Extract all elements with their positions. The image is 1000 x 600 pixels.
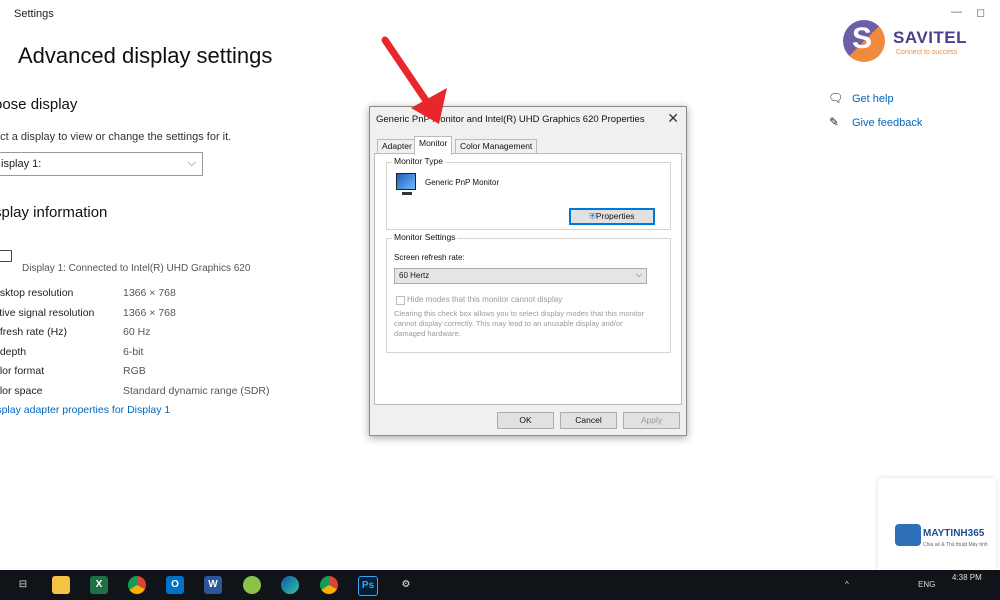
word-icon[interactable]: W: [204, 576, 222, 594]
hide-modes-checkbox[interactable]: [396, 296, 405, 305]
info-label: ctive signal resolution: [0, 307, 95, 319]
info-value: 6-bit: [123, 346, 144, 358]
taskbar: [0, 570, 1000, 600]
hide-modes-label: Hide modes that this monitor cannot disp…: [407, 295, 563, 304]
excel-icon[interactable]: X: [90, 576, 108, 594]
monitor-icon: [396, 173, 416, 190]
monitor-name: Generic PnP Monitor: [425, 178, 500, 187]
photoshop-icon[interactable]: Ps: [358, 576, 378, 596]
language-indicator[interactable]: ENG: [918, 580, 935, 589]
ok-button[interactable]: OK: [497, 412, 554, 429]
clock-time[interactable]: 4:38 PM: [952, 573, 982, 582]
page-title: Advanced display settings: [18, 43, 273, 68]
chrome-icon[interactable]: [128, 576, 146, 594]
app-icon[interactable]: [243, 576, 261, 594]
maytinh365-logo-icon: [895, 524, 921, 546]
red-arrow-icon: [381, 36, 447, 124]
refresh-rate-select[interactable]: 60 Hertz ⌵: [394, 268, 647, 284]
monitor-type-label: Monitor Type: [392, 156, 445, 166]
info-label: t depth: [0, 346, 27, 358]
info-label: efresh rate (Hz): [0, 326, 67, 338]
properties-button-label: Properties: [595, 211, 635, 221]
info-value: RGB: [123, 365, 146, 377]
info-label: esktop resolution: [0, 287, 74, 299]
watermark-subtext: Chia sẻ & Thủ thuật Máy tính: [923, 542, 988, 548]
refresh-rate-label: Screen refresh rate:: [394, 253, 465, 262]
display-information-heading: splay information: [0, 204, 108, 221]
minimize-button[interactable]: —: [951, 6, 962, 18]
monitor-icon: [0, 250, 12, 262]
display-select-value: isplay 1:: [1, 158, 42, 170]
info-value: Standard dynamic range (SDR): [123, 385, 270, 397]
monitor-settings-group: Monitor Settings Screen refresh rate: 60…: [386, 232, 671, 353]
chat-help-icon: 🗨: [828, 91, 844, 105]
apply-button[interactable]: Apply: [623, 412, 680, 429]
adapter-properties-link[interactable]: isplay adapter properties for Display 1: [0, 404, 170, 416]
task-view-icon[interactable]: ⊟: [14, 576, 32, 594]
monitor-properties-button[interactable]: ⛨Properties: [569, 208, 655, 225]
settings-icon[interactable]: ⚙: [397, 576, 415, 594]
monitor-properties-dialog: Generic PnP Monitor and Intel(R) UHD Gra…: [369, 106, 687, 436]
cancel-button[interactable]: Cancel: [560, 412, 617, 429]
close-icon[interactable]: ✕: [667, 110, 679, 127]
monitor-type-group: Monitor Type Generic PnP Monitor ⛨Proper…: [386, 156, 671, 230]
monitor-stand: [402, 192, 412, 195]
choose-display-heading: oose display: [0, 96, 78, 113]
file-explorer-icon[interactable]: [52, 576, 70, 594]
info-label: olor space: [0, 385, 43, 397]
display-select[interactable]: isplay 1: ⌵: [0, 152, 203, 176]
savitel-logo-s: S: [852, 22, 873, 55]
chevron-up-icon[interactable]: ^: [845, 580, 849, 589]
get-help-link[interactable]: Get help: [852, 93, 894, 105]
warning-text: Clearing this check box allows you to se…: [394, 309, 645, 338]
watermark-text: MAYTINH365: [923, 528, 985, 539]
savitel-logo-tagline: Connect to success: [896, 49, 958, 56]
choose-display-hint: ect a display to view or change the sett…: [0, 131, 232, 143]
edge-icon[interactable]: [281, 576, 299, 594]
chevron-down-icon: ⌵: [187, 157, 196, 169]
feedback-icon: ✎: [829, 115, 840, 129]
info-value: 1366 × 768: [123, 307, 176, 319]
info-label: olor format: [0, 365, 45, 377]
window-title: Settings: [14, 8, 54, 20]
chevron-down-icon: ⌵: [635, 270, 642, 279]
give-feedback-link[interactable]: Give feedback: [852, 117, 922, 129]
restore-button[interactable]: ◻: [976, 6, 985, 19]
tab-monitor[interactable]: Monitor: [414, 136, 453, 155]
connected-text: Display 1: Connected to Intel(R) UHD Gra…: [22, 263, 251, 274]
outlook-icon[interactable]: O: [166, 576, 184, 594]
info-value: 60 Hz: [123, 326, 151, 338]
chrome-icon[interactable]: [320, 576, 338, 594]
savitel-logo-text: SAVITEL: [893, 28, 968, 47]
monitor-tab-panel: Monitor Type Generic PnP Monitor ⛨Proper…: [374, 153, 682, 405]
refresh-rate-value: 60 Hertz: [399, 271, 430, 280]
info-value: 1366 × 768: [123, 287, 176, 299]
monitor-settings-label: Monitor Settings: [392, 232, 458, 242]
